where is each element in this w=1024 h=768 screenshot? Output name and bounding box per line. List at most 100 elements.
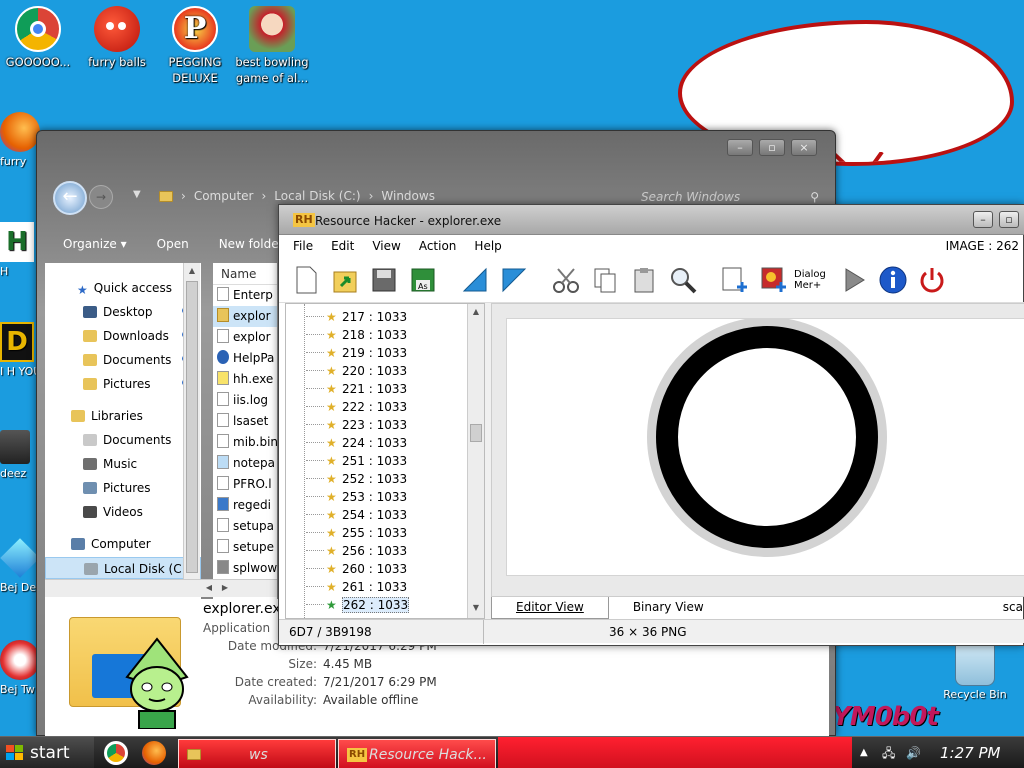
minimize-button[interactable]: – [727, 139, 753, 156]
new-button[interactable] [287, 261, 325, 299]
tree-node[interactable]: ★ 221 : 1033 [286, 380, 407, 398]
file-item[interactable]: regedi [213, 495, 277, 516]
nav-pane-scrollbar[interactable]: ▲ [183, 263, 200, 585]
nav-item-quick-access[interactable]: ★ Quick access [45, 277, 201, 299]
file-item[interactable]: iis.log [213, 390, 277, 411]
nav-item-lib-music[interactable]: Music [45, 453, 201, 475]
nav-item-local-disk[interactable]: Local Disk (C:) [45, 557, 201, 579]
breadcrumb-item-windows[interactable]: Windows [381, 189, 435, 203]
save-as-button[interactable]: As [404, 261, 442, 299]
tree-node[interactable]: ★ 219 : 1033 [286, 344, 407, 362]
file-item[interactable]: HelpPa [213, 348, 277, 369]
tree-node[interactable]: ★ 223 : 1033 [286, 416, 407, 434]
tree-node[interactable]: ★ 220 : 1033 [286, 362, 407, 380]
volume-icon[interactable]: 🔊 [906, 737, 921, 768]
scrollbar-thumb[interactable] [186, 281, 198, 573]
scroll-down-icon[interactable]: ▼ [468, 600, 484, 616]
tree-node[interactable]: ★ 252 : 1033 [286, 470, 407, 488]
scroll-right-icon[interactable]: ▶ [217, 580, 233, 596]
nav-item-lib-documents[interactable]: Documents [45, 429, 201, 451]
file-item[interactable]: Enterp [213, 285, 277, 306]
file-item[interactable]: hh.exe [213, 369, 277, 390]
tree-node[interactable]: ★ 256 : 1033 [286, 542, 407, 560]
tab-binary-view[interactable]: Binary View [609, 597, 728, 619]
tree-node[interactable]: ★ 260 : 1033 [286, 560, 407, 578]
tree-node[interactable]: ★ 255 : 1033 [286, 524, 407, 542]
rh-title-bar[interactable]: RH Resource Hacker - explorer.exe – ▫ [279, 205, 1024, 235]
network-icon[interactable]: 🖧 [882, 737, 895, 768]
maximize-button[interactable]: ▫ [999, 211, 1019, 228]
scale-control[interactable]: sca [1003, 597, 1023, 617]
menu-file[interactable]: File [293, 235, 313, 257]
tree-node[interactable]: ★ 262 : 1033 [286, 596, 410, 614]
save-button[interactable] [365, 261, 403, 299]
column-header-name[interactable]: Name [213, 263, 277, 285]
about-button[interactable] [874, 261, 912, 299]
tree-node[interactable]: ★ 251 : 1033 [286, 452, 407, 470]
file-item[interactable]: explor [213, 306, 277, 327]
desktop-icon-bowling[interactable]: best bowling game of al... [234, 6, 310, 86]
scroll-up-icon[interactable]: ▲ [184, 263, 200, 279]
start-button[interactable]: start [0, 737, 94, 768]
tree-scrollbar[interactable]: ▲ ▼ [467, 304, 484, 618]
close-button[interactable]: × [791, 139, 817, 156]
tree-node[interactable]: ★ 217 : 1033 [286, 308, 407, 326]
menu-help[interactable]: Help [474, 235, 501, 257]
tab-editor-view[interactable]: Editor View [491, 597, 609, 619]
breadcrumb[interactable]: › Computer › Local Disk (C:) › Windows [159, 189, 435, 203]
find-button[interactable] [664, 261, 702, 299]
nav-item-lib-videos[interactable]: Videos [45, 501, 201, 523]
add-image-resource-button[interactable] [755, 261, 793, 299]
nav-item-pictures[interactable]: Pictures⚲ [45, 373, 201, 395]
clock[interactable]: 1:27 PM [940, 737, 1000, 768]
back-nav-button[interactable] [456, 261, 494, 299]
desktop-icon-chrome[interactable]: GOOOOO... [0, 6, 76, 70]
run-script-button[interactable] [835, 261, 873, 299]
scroll-up-icon[interactable]: ▲ [468, 304, 484, 320]
new-folder-button[interactable]: New folder [219, 231, 284, 257]
breadcrumb-item-local-disk[interactable]: Local Disk (C:) [274, 189, 360, 203]
exit-button[interactable] [913, 261, 951, 299]
nav-item-downloads[interactable]: Downloads⚲ [45, 325, 201, 347]
desktop-icon-furry-balls[interactable]: furry balls [79, 6, 155, 70]
forward-nav-button[interactable] [495, 261, 533, 299]
scrollbar-thumb[interactable] [470, 424, 482, 442]
file-item[interactable]: notepa [213, 453, 277, 474]
file-item[interactable]: mib.bin [213, 432, 277, 453]
desktop-icon-pegging-deluxe[interactable]: P PEGGING DELUXE [157, 6, 233, 86]
back-button[interactable]: ← [53, 181, 87, 215]
file-item[interactable]: lsaset [213, 411, 277, 432]
taskbar-item-explorer[interactable]: ws [178, 739, 336, 768]
file-item[interactable]: PFRO.l [213, 474, 277, 495]
nav-item-desktop[interactable]: Desktop⚲ [45, 301, 201, 323]
dialog-merger-button[interactable]: Dialog Mer+ [794, 261, 834, 299]
file-item[interactable]: setupa [213, 516, 277, 537]
chrome-quicklaunch-icon[interactable] [104, 741, 128, 765]
organize-menu[interactable]: Organize ▾ [63, 231, 127, 257]
breadcrumb-item-computer[interactable]: Computer [194, 189, 254, 203]
resource-hacker-window[interactable]: RH Resource Hacker - explorer.exe – ▫ Fi… [278, 204, 1024, 646]
file-item[interactable]: splwow [213, 558, 277, 579]
file-list-hscrollbar[interactable]: ◀ ▶ [45, 579, 277, 597]
forward-button[interactable]: → [89, 185, 113, 209]
tree-node[interactable]: ★ 218 : 1033 [286, 326, 407, 344]
recent-locations-dropdown-icon[interactable]: ▼ [133, 189, 141, 200]
nav-item-libraries[interactable]: Libraries [45, 405, 201, 427]
file-item[interactable]: setupe [213, 537, 277, 558]
nav-item-lib-pictures[interactable]: Pictures [45, 477, 201, 499]
open-button[interactable]: Open [157, 231, 189, 257]
tree-node[interactable]: ★ 261 : 1033 [286, 578, 407, 596]
menu-view[interactable]: View [372, 235, 400, 257]
open-button[interactable] [326, 261, 364, 299]
cut-button[interactable] [547, 261, 585, 299]
minimize-button[interactable]: – [973, 211, 993, 228]
tree-node[interactable]: ★ 254 : 1033 [286, 506, 407, 524]
menu-action[interactable]: Action [419, 235, 457, 257]
taskbar-item-resource-hacker[interactable]: RH Resource Hack... [338, 739, 496, 768]
copy-button[interactable] [586, 261, 624, 299]
nav-item-computer[interactable]: Computer [45, 533, 201, 555]
add-blank-resource-button[interactable] [716, 261, 754, 299]
desktop-icon-recycle-bin[interactable]: Recycle Bin [935, 640, 1015, 701]
tree-node[interactable]: ★ 253 : 1033 [286, 488, 407, 506]
nav-item-documents[interactable]: Documents⚲ [45, 349, 201, 371]
